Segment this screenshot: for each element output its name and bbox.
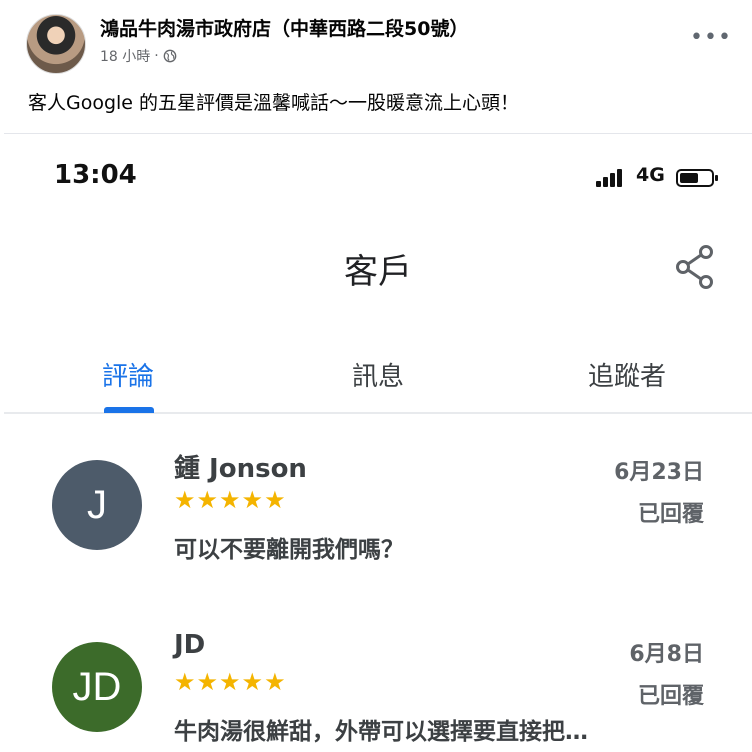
reviewer-name: JD xyxy=(174,630,206,660)
status-time: 13:04 xyxy=(54,160,137,190)
share-icon[interactable] xyxy=(674,244,716,290)
phone-status-bar: 13:04 4G xyxy=(4,134,752,214)
review-date: 6月8日 xyxy=(629,642,704,667)
facebook-post: 鴻品牛肉湯市政府店（中華西路二段50號） 18 小時 · ••• 客人Googl… xyxy=(0,0,752,752)
post-text: 客人Google 的五星評價是溫馨喊話～一股暖意流上心頭！ xyxy=(28,92,520,114)
active-tab-indicator xyxy=(104,407,154,413)
post-time[interactable]: 18 小時 xyxy=(100,46,150,66)
tab-followers[interactable]: 追蹤者 xyxy=(588,356,666,393)
page-title: 客戶 xyxy=(344,252,412,292)
star-rating: ★★★★★ xyxy=(174,486,287,514)
page-name[interactable]: 鴻品牛肉湯市政府店（中華西路二段50號） xyxy=(100,14,468,41)
tab-bar: 評論 訊息 追蹤者 xyxy=(4,334,752,414)
signal-icon xyxy=(596,169,622,187)
globe-icon[interactable] xyxy=(163,49,177,63)
star-rating: ★★★★★ xyxy=(174,668,287,696)
review-text: 可以不要離開我們嗎？ xyxy=(174,537,404,563)
reply-status: 已回覆 xyxy=(637,684,704,709)
page-avatar[interactable] xyxy=(26,14,86,74)
more-horizontal-icon: ••• xyxy=(690,25,732,50)
more-options-button[interactable]: ••• xyxy=(690,25,732,50)
reviewer-avatar: J xyxy=(52,460,142,550)
reply-status: 已回覆 xyxy=(637,502,704,527)
review-text: 牛肉湯很鮮甜，外帶可以選擇要直接把… xyxy=(174,719,588,745)
post-meta: 18 小時 · xyxy=(100,46,177,66)
review-date: 6月23日 xyxy=(614,460,704,485)
title-bar: 客戶 xyxy=(4,234,752,304)
reviewer-avatar: JD xyxy=(52,642,142,732)
review-item[interactable]: J 鍾 Jonson 6月23日 ★★★★★ 已回覆 可以不要離開我們嗎？ xyxy=(4,434,752,604)
tab-reviews[interactable]: 評論 xyxy=(102,356,154,393)
tab-messages[interactable]: 訊息 xyxy=(352,356,404,393)
battery-icon xyxy=(676,169,718,187)
reviewer-name: 鍾 Jonson xyxy=(174,454,307,484)
network-label: 4G xyxy=(636,164,665,186)
review-item[interactable]: JD JD 6月8日 ★★★★★ 已回覆 牛肉湯很鮮甜，外帶可以選擇要直接把… xyxy=(4,616,752,752)
meta-separator: · xyxy=(154,48,159,64)
embedded-screenshot: 13:04 4G 客戶 評論 訊息 追蹤者 J 鍾 Jonson 6月23日 ★… xyxy=(4,133,752,752)
